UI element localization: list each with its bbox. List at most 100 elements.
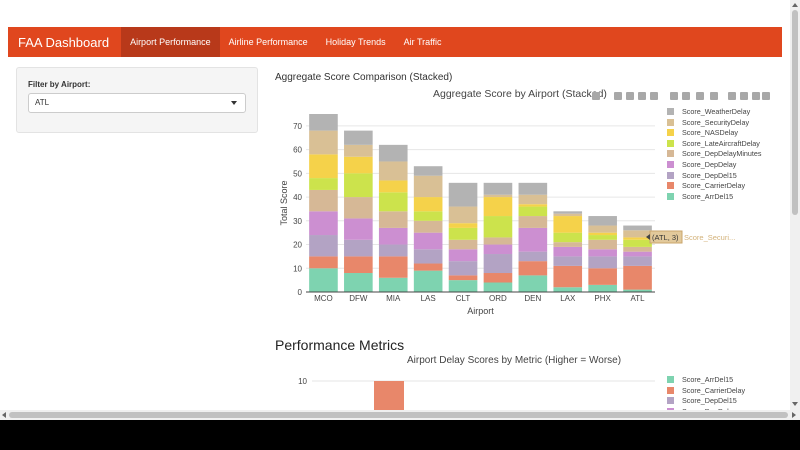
hover-tooltip-value: (ATL, 3) <box>652 233 679 242</box>
bar-segment <box>413 220 443 233</box>
bar-segment <box>518 206 548 217</box>
chevron-down-icon <box>231 101 237 105</box>
lasso-icon[interactable] <box>650 92 658 100</box>
airport-select[interactable]: ATL <box>28 93 246 113</box>
horizontal-scroll-thumb[interactable] <box>9 412 788 418</box>
closest-hover-icon[interactable] <box>752 92 760 100</box>
bar-segment <box>623 246 652 252</box>
compare-hover-icon[interactable] <box>740 92 748 100</box>
bar-segment <box>448 261 478 276</box>
bar-segment <box>448 182 478 207</box>
scroll-up-icon[interactable] <box>792 3 798 7</box>
x-tick-label: PHX <box>594 294 611 303</box>
scroll-down-icon[interactable] <box>792 402 798 406</box>
bar-segment <box>344 218 373 240</box>
legend-swatch <box>667 108 674 115</box>
legend-swatch <box>667 129 674 137</box>
reset-axes-icon[interactable] <box>710 92 718 100</box>
bar-segment <box>483 182 513 195</box>
scroll-left-icon[interactable] <box>2 412 6 418</box>
bar-segment <box>309 189 338 212</box>
legend-label: Score_ArrDel15 <box>682 191 734 201</box>
bar-segment <box>483 254 513 274</box>
legend-label: Score_NASDelay <box>682 128 738 138</box>
bar-segment <box>378 277 408 292</box>
bar-segment <box>413 232 443 250</box>
bar-segment <box>518 275 548 292</box>
bar-segment <box>483 273 513 283</box>
bar-segment <box>518 261 548 276</box>
bar-segment <box>553 213 583 217</box>
y-tick-label: 10 <box>298 377 307 386</box>
scroll-right-icon[interactable] <box>792 412 796 418</box>
horizontal-scrollbar[interactable] <box>0 410 800 420</box>
x-tick-label: DFW <box>349 294 368 303</box>
chart1-title: Aggregate Score by Airport (Stacked) <box>433 88 607 100</box>
chart-modebar <box>592 92 772 104</box>
bar-segment <box>483 197 513 217</box>
zoom-in-icon[interactable] <box>670 92 678 100</box>
bar-segment <box>448 223 478 228</box>
bar-segment <box>553 265 583 288</box>
legend-swatch <box>667 171 674 179</box>
bar-segment <box>588 225 617 233</box>
bar-segment <box>623 237 652 240</box>
bar-segment <box>309 211 338 236</box>
legend-swatch <box>667 160 674 168</box>
bar-segment <box>309 130 338 155</box>
x-tick-label: LAX <box>560 294 576 303</box>
bar-segment <box>413 211 443 221</box>
legend-swatch <box>667 118 674 126</box>
bar-segment <box>448 206 478 224</box>
y-tick-label: 60 <box>293 146 302 155</box>
x-axis-title: Airport <box>467 306 494 316</box>
vertical-scroll-thumb[interactable] <box>792 10 798 215</box>
tab-airline-performance[interactable]: Airline Performance <box>220 27 317 57</box>
box-select-icon[interactable] <box>638 92 646 100</box>
tab-air-traffic[interactable]: Air Traffic <box>395 27 451 57</box>
bar-segment <box>413 263 443 271</box>
x-tick-label: MCO <box>314 294 333 303</box>
y-tick-label: 50 <box>293 169 302 178</box>
bar-segment <box>344 256 373 274</box>
bar-segment <box>344 273 373 292</box>
legend-swatch <box>667 376 674 383</box>
bar-segment <box>623 289 652 292</box>
bar-segment <box>413 197 443 212</box>
vertical-scrollbar[interactable] <box>790 0 800 410</box>
zoom-out-icon[interactable] <box>682 92 690 100</box>
y-tick-label: 70 <box>293 122 302 131</box>
bar-segment <box>413 175 443 198</box>
pan-icon[interactable] <box>626 92 634 100</box>
bar-segment <box>518 204 548 207</box>
x-tick-label: MIA <box>386 294 401 303</box>
autoscale-icon[interactable] <box>696 92 704 100</box>
bar-segment <box>623 230 652 238</box>
plotly-logo-icon[interactable] <box>762 92 770 100</box>
bar-segment <box>483 282 513 292</box>
bar-segment <box>483 244 513 255</box>
legend-label: Score_CarrierDelay <box>682 385 746 395</box>
bar-segment <box>588 235 617 240</box>
spike-lines-icon[interactable] <box>728 92 736 100</box>
bar-segment <box>344 156 373 174</box>
app-brand[interactable]: FAA Dashboard <box>8 35 121 50</box>
tab-airport-performance[interactable]: Airport Performance <box>121 27 220 57</box>
bar-segment <box>344 197 373 219</box>
bar-segment <box>518 216 548 228</box>
bar-segment <box>344 239 373 257</box>
y-tick-label: 10 <box>293 264 302 273</box>
chart1-section-title: Aggregate Score Comparison (Stacked) <box>275 72 453 83</box>
bar-segment <box>378 244 408 257</box>
bar-segment <box>448 239 478 250</box>
zoom-icon[interactable] <box>614 92 622 100</box>
y-tick-label: 20 <box>293 241 302 250</box>
legend-swatch <box>667 139 674 147</box>
camera-icon[interactable] <box>592 92 600 100</box>
x-tick-label: ATL <box>631 294 646 303</box>
hover-tooltip-pointer <box>646 234 650 240</box>
bar-segment <box>623 265 652 290</box>
bar-segment <box>378 161 408 181</box>
tab-holiday-trends[interactable]: Holiday Trends <box>317 27 395 57</box>
bar-segment <box>553 242 583 247</box>
